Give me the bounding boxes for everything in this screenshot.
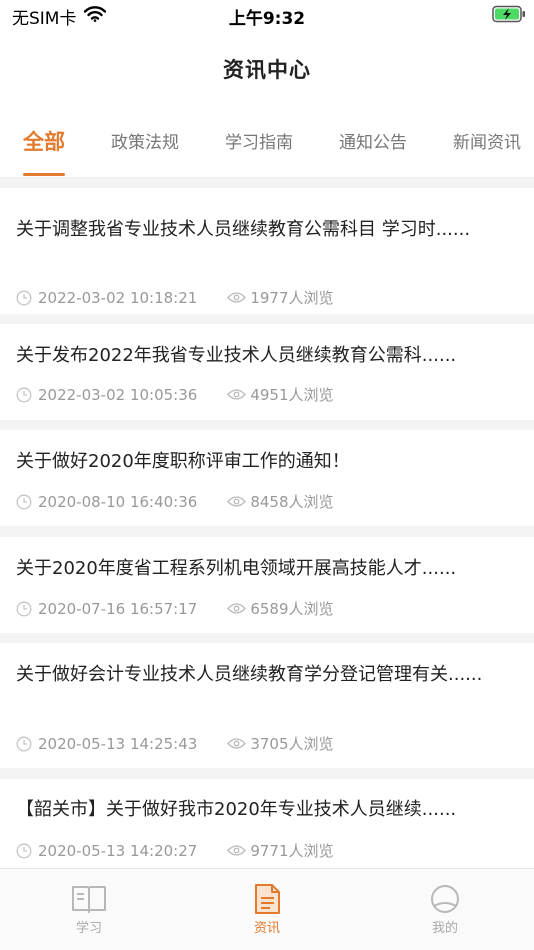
nav-label-news: 资讯 <box>253 921 280 936</box>
clock-icon <box>16 494 32 509</box>
status-bar: 无SIM卡 上午9:32 <box>0 0 534 30</box>
view-count: 9771人浏览 <box>250 842 334 860</box>
news-title[interactable]: 关于2020年度省工程系列机电领域开展高技能人才...... <box>16 554 514 583</box>
tab-policy[interactable]: 政策法规 <box>111 128 179 153</box>
list-item[interactable]: 【韶关市】关于做好我市2020年专业技术人员继续...... 2020-05-1… <box>0 779 534 869</box>
list-item[interactable]: 关于做好会计专业技术人员继续教育学分登记管理有关...... 2020-05-1… <box>0 643 534 768</box>
clock-icon <box>16 290 32 305</box>
category-tabs: 全部 政策法规 学习指南 通知公告 新闻资讯 <box>0 108 534 178</box>
news-date: 2020-05-13 14:20:27 <box>38 841 198 860</box>
battery-charging-icon <box>492 5 526 28</box>
book-icon <box>72 886 106 913</box>
eye-icon <box>227 603 247 614</box>
eye-icon <box>227 292 247 303</box>
tab-notices[interactable]: 通知公告 <box>339 128 407 153</box>
news-meta: 2022-03-02 10:05:36 4951人浏览 <box>16 384 334 405</box>
nav-header: 资讯中心 <box>0 30 534 108</box>
list-item[interactable]: 关于做好2020年度职称评审工作的通知！ 2020-08-10 16:40:36… <box>0 430 534 526</box>
view-count: 1977人浏览 <box>250 289 334 307</box>
news-meta: 2020-07-16 16:57:17 6589人浏览 <box>16 598 334 619</box>
news-title[interactable]: 关于发布2022年我省专业技术人员继续教育公需科...... <box>16 341 514 370</box>
news-title[interactable]: 关于做好会计专业技术人员继续教育学分登记管理有关...... <box>16 660 514 689</box>
nav-item-news[interactable]: 资讯 <box>237 883 297 936</box>
tab-study-guide[interactable]: 学习指南 <box>225 128 293 153</box>
news-meta: 2020-05-13 14:25:43 3705人浏览 <box>16 733 334 754</box>
list-item[interactable]: 关于发布2022年我省专业技术人员继续教育公需科...... 2022-03-0… <box>0 324 534 420</box>
clock-icon <box>16 601 32 616</box>
news-title[interactable]: 关于调整我省专业技术人员继续教育公需科目 学习时...... <box>16 215 514 244</box>
nav-item-profile[interactable]: 我的 <box>415 883 475 936</box>
nav-label-profile: 我的 <box>431 921 458 936</box>
nav-item-study[interactable]: 学习 <box>59 883 119 936</box>
clock-icon <box>16 387 32 402</box>
news-meta: 2022-03-02 10:18:21 1977人浏览 <box>16 287 334 308</box>
clock-icon <box>16 736 32 751</box>
news-date: 2022-03-02 10:05:36 <box>38 385 198 404</box>
news-date: 2022-03-02 10:18:21 <box>38 288 198 307</box>
clock-icon <box>16 843 32 858</box>
profile-icon <box>431 885 459 913</box>
news-meta: 2020-05-13 14:20:27 9771人浏览 <box>16 840 334 861</box>
view-count: 3705人浏览 <box>250 735 334 753</box>
bottom-tab-bar: 学习 资讯 我的 <box>0 868 534 950</box>
eye-icon <box>227 389 247 400</box>
eye-icon <box>227 845 247 856</box>
view-count: 6589人浏览 <box>250 600 334 618</box>
view-count: 8458人浏览 <box>250 493 334 511</box>
news-title[interactable]: 【韶关市】关于做好我市2020年专业技术人员继续...... <box>16 795 514 824</box>
view-count: 4951人浏览 <box>250 386 334 404</box>
list-item[interactable]: 关于2020年度省工程系列机电领域开展高技能人才...... 2020-07-1… <box>0 537 534 633</box>
list-item[interactable]: 关于调整我省专业技术人员继续教育公需科目 学习时...... 2022-03-0… <box>0 188 534 314</box>
news-date: 2020-05-13 14:25:43 <box>38 734 198 753</box>
app-screen: 无SIM卡 上午9:32 资讯中心 全部 政策法规 学习指南 通知公告 新闻资讯… <box>0 0 534 950</box>
page-title: 资讯中心 <box>223 58 311 82</box>
eye-icon <box>227 738 247 749</box>
clock-time: 上午9:32 <box>228 9 306 29</box>
tab-news[interactable]: 新闻资讯 <box>453 128 521 153</box>
nav-label-study: 学习 <box>75 921 102 936</box>
news-date: 2020-08-10 16:40:36 <box>38 492 198 511</box>
active-tab-indicator <box>23 173 65 176</box>
news-title[interactable]: 关于做好2020年度职称评审工作的通知！ <box>16 447 514 476</box>
news-date: 2020-07-16 16:57:17 <box>38 599 198 618</box>
tab-all[interactable]: 全部 <box>23 126 65 156</box>
document-icon <box>255 884 280 914</box>
eye-icon <box>227 496 247 507</box>
news-meta: 2020-08-10 16:40:36 8458人浏览 <box>16 491 334 512</box>
